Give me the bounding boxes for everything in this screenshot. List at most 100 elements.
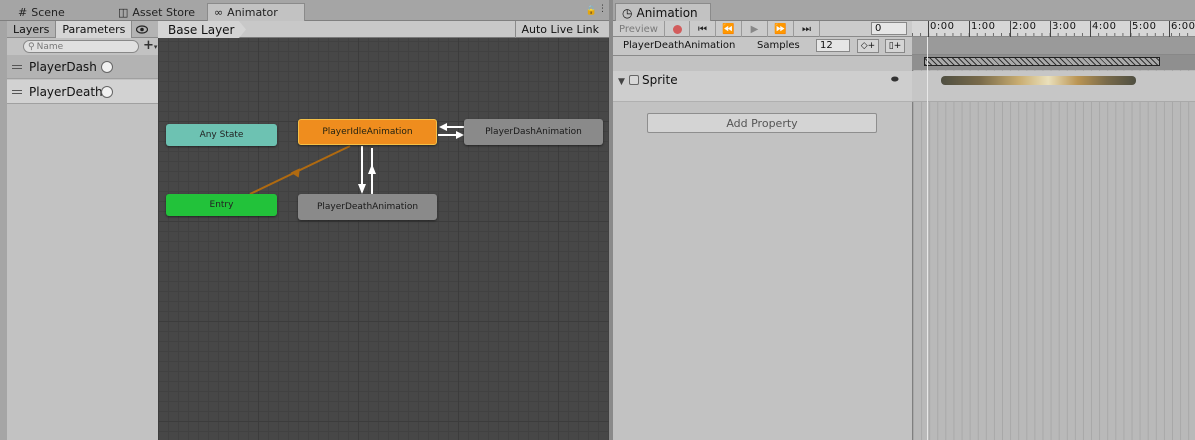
state-player-death[interactable]: PlayerDeathAnimation: [298, 194, 437, 220]
frame-value: 0: [875, 23, 882, 34]
parameter-name[interactable]: PlayerDeath: [29, 85, 103, 99]
ruler-label: 0:00: [930, 21, 955, 32]
ruler-label: 4:00: [1092, 21, 1117, 32]
parameter-row[interactable]: PlayerDash: [7, 55, 158, 79]
samples-label: Samples: [757, 40, 800, 51]
clip-selector[interactable]: PlayerDeathAnimation: [623, 40, 735, 51]
samples-field[interactable]: 12: [816, 39, 850, 52]
frame-field[interactable]: 0: [871, 22, 907, 35]
expand-arrow-icon[interactable]: ▼: [618, 77, 625, 87]
tab-scene-label: Scene: [31, 5, 65, 19]
sprite-renderer-icon: [629, 75, 639, 85]
ruler-major-tick: [928, 21, 929, 37]
lock-icon[interactable]: 🔒: [586, 6, 597, 16]
summary-keyframes[interactable]: [924, 57, 1160, 66]
state-label: PlayerDeathAnimation: [316, 202, 419, 212]
animation-toolbar: Preview ⏮ ⏪ ▶ ⏩ ⏭: [613, 21, 912, 37]
parameter-search-row: ⚲ Name +▾: [7, 38, 158, 55]
graph-toolbar: Base Layer Auto Live Link: [158, 21, 609, 38]
tab-layers[interactable]: Layers: [7, 21, 57, 38]
first-keyframe-button[interactable]: ⏮: [690, 21, 716, 37]
eye-icon[interactable]: [136, 21, 149, 37]
tab-animation[interactable]: ◷ Animation: [615, 3, 711, 21]
state-player-idle[interactable]: PlayerIdleAnimation: [298, 119, 437, 145]
tab-asset-store[interactable]: ◫ Asset Store: [112, 3, 201, 21]
play-button[interactable]: ▶: [742, 21, 768, 37]
add-parameter-button[interactable]: +▾: [143, 38, 157, 53]
next-keyframe-icon: ⏩: [774, 23, 787, 35]
ruler-major-tick: [1130, 21, 1131, 37]
ruler-label: 3:00: [1052, 21, 1077, 32]
tab-parameters-label: Parameters: [62, 23, 126, 36]
state-any-state[interactable]: Any State: [166, 124, 277, 146]
tab-asset-store-label: Asset Store: [132, 5, 196, 19]
preview-label: Preview: [619, 23, 658, 35]
auto-live-link-button[interactable]: Auto Live Link: [515, 21, 604, 38]
tab-layers-label: Layers: [13, 23, 50, 36]
search-placeholder: Name: [36, 41, 64, 52]
drag-handle-icon[interactable]: [12, 89, 22, 94]
play-icon: ▶: [750, 23, 759, 35]
tab-scene[interactable]: # Scene: [12, 3, 71, 21]
first-keyframe-icon: ⏮: [698, 23, 707, 35]
tab-animator-label: Animator: [227, 6, 278, 19]
auto-live-link-label: Auto Live Link: [521, 23, 599, 36]
trigger-toggle[interactable]: [101, 61, 113, 73]
animation-tab-strip: ◷ Animation: [613, 0, 1195, 21]
ruler-major-tick: [1050, 21, 1051, 37]
window-tab-strip: # Scene ◫ Asset Store ∞ Animator 🔒 ⋮: [0, 0, 609, 21]
state-entry[interactable]: Entry: [166, 194, 277, 216]
tab-parameters[interactable]: Parameters: [56, 21, 133, 38]
parameter-row[interactable]: PlayerDeath: [7, 80, 158, 104]
ruler-label: 1:00: [971, 21, 996, 32]
add-keyframe-icon: ◇+: [860, 41, 876, 51]
trigger-toggle[interactable]: [101, 86, 113, 98]
parameter-name[interactable]: PlayerDash: [29, 60, 97, 74]
record-icon: [672, 24, 682, 34]
state-machine-graph[interactable]: [158, 21, 609, 440]
state-label: PlayerDashAnimation: [485, 127, 582, 137]
next-keyframe-button[interactable]: ⏩: [768, 21, 794, 37]
state-player-dash[interactable]: PlayerDashAnimation: [464, 119, 603, 145]
store-icon: ◫: [118, 5, 129, 19]
previous-keyframe-button[interactable]: ⏪: [716, 21, 742, 37]
previous-keyframe-icon: ⏪: [722, 23, 735, 35]
ruler-major-tick: [1090, 21, 1091, 37]
record-button[interactable]: [665, 21, 690, 37]
parameter-search-input[interactable]: ⚲ Name: [23, 40, 139, 53]
ruler-major-tick: [1169, 21, 1170, 37]
tab-animation-label: Animation: [636, 5, 698, 20]
search-icon: ⚲: [28, 41, 35, 52]
add-keyframe-button[interactable]: ◇+: [857, 39, 879, 53]
animator-icon: ∞: [214, 6, 224, 19]
breadcrumb-label: Base Layer: [168, 22, 235, 37]
animator-panel-tabs: Layers Parameters: [7, 21, 158, 38]
preview-button[interactable]: Preview: [613, 21, 665, 37]
property-row-sprite[interactable]: ▼ Sprite ⬬: [613, 71, 912, 102]
sprite-keyframes[interactable]: [941, 76, 1136, 85]
state-label: Any State: [199, 130, 244, 140]
ruler-label: 2:00: [1012, 21, 1037, 32]
event-track[interactable]: [912, 37, 1195, 55]
clock-icon: ◷: [622, 5, 633, 20]
samples-value: 12: [820, 40, 833, 51]
clip-bar: PlayerDeathAnimation Samples 12 ◇+ ▯+: [613, 37, 912, 56]
breadcrumb[interactable]: Base Layer: [158, 21, 246, 38]
keyframe-diamond-icon[interactable]: ⬬: [891, 75, 899, 85]
add-event-button[interactable]: ▯+: [885, 39, 905, 53]
tab-animator[interactable]: ∞ Animator: [207, 3, 305, 21]
add-property-button[interactable]: Add Property: [647, 113, 877, 133]
state-label: PlayerIdleAnimation: [322, 127, 413, 137]
property-name: Sprite: [642, 73, 678, 87]
ruler-label: 6:00: [1171, 21, 1195, 32]
ruler-major-tick: [969, 21, 970, 37]
drag-handle-icon[interactable]: [12, 64, 22, 69]
last-keyframe-button[interactable]: ⏭: [794, 21, 820, 37]
window-menu-icon[interactable]: ⋮: [598, 4, 607, 14]
playhead[interactable]: [927, 37, 928, 440]
ruler-major-tick: [1010, 21, 1011, 37]
ruler-label: 5:00: [1132, 21, 1157, 32]
add-property-label: Add Property: [726, 116, 798, 130]
grid-icon: #: [18, 5, 28, 19]
add-event-icon: ▯+: [888, 41, 902, 51]
